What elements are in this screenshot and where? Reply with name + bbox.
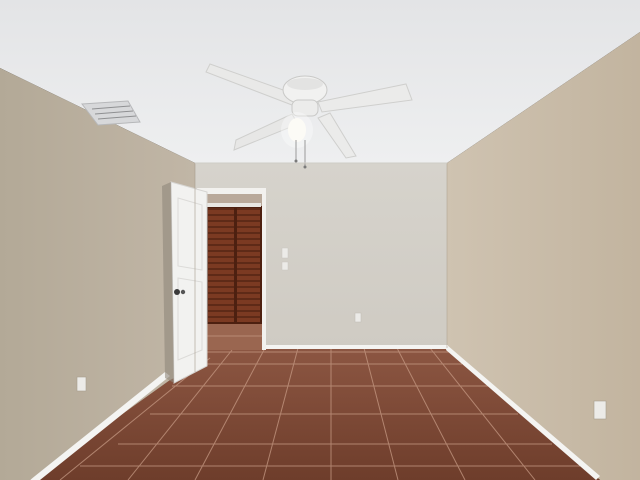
door-knob-icon	[174, 289, 180, 295]
light-switch	[281, 261, 289, 271]
closet-louvered-door-right	[235, 206, 262, 324]
hall-floor	[202, 324, 262, 350]
wall-outlet	[76, 376, 87, 392]
baseboard-back	[263, 345, 448, 349]
wall-outlet	[593, 400, 607, 420]
room-illustration	[0, 0, 640, 480]
closet-louvered-door-left	[206, 206, 236, 324]
light-switch	[281, 247, 289, 259]
wall-outlet	[354, 312, 362, 323]
room-photo	[0, 0, 640, 480]
